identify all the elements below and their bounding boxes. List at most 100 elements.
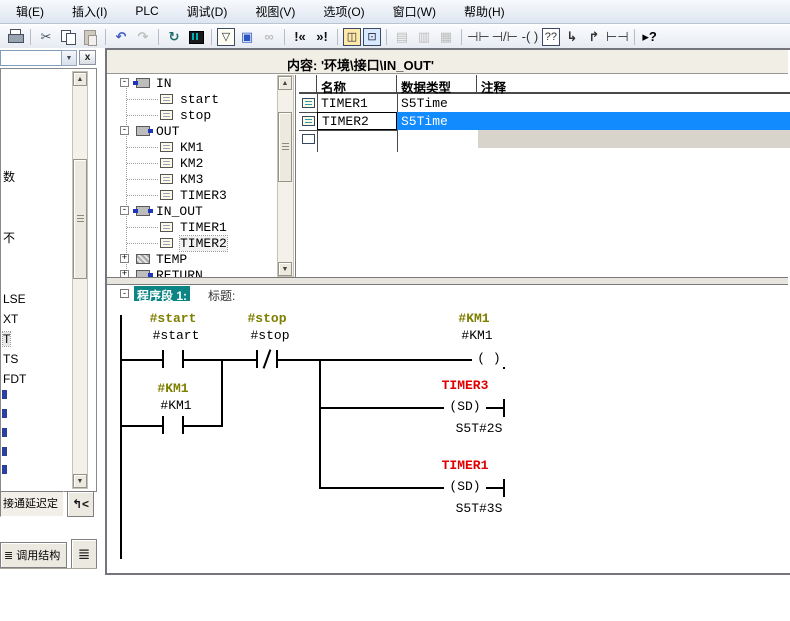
expand-box-icon[interactable]: +	[120, 270, 129, 277]
name-cell[interactable]: TIMER1	[321, 96, 368, 111]
coil-sd-timer1[interactable]: (SD)	[444, 479, 486, 495]
window-detail-toggle-icon[interactable]: ⊡	[363, 28, 381, 46]
tree-item-KM3[interactable]: KM3	[113, 171, 277, 187]
scrollbar-thumb[interactable]	[278, 112, 292, 182]
symbol-label-stop[interactable]: #stop	[247, 311, 286, 326]
tree-item-TIMER2[interactable]: TIMER2	[113, 235, 277, 251]
close-icon[interactable]: x	[79, 50, 96, 65]
coil-km1[interactable]: ( )	[472, 351, 506, 367]
copy-icon[interactable]	[58, 27, 78, 47]
name-cell-editing[interactable]: TIMER2	[317, 112, 397, 130]
contact-no-km1[interactable]	[162, 416, 184, 434]
help-cursor-icon[interactable]: ▸?	[640, 27, 660, 47]
symbol-label-start[interactable]: #start	[150, 311, 197, 326]
insert-element-icon[interactable]: ⊢⊣	[606, 27, 629, 47]
network-collapse-icon[interactable]: -	[120, 289, 129, 298]
scroll-up-icon[interactable]: ▲	[73, 72, 87, 86]
tree-section-TEMP[interactable]: +TEMP	[113, 251, 277, 267]
redo-icon[interactable]: ↷	[133, 27, 153, 47]
tree-table-divider[interactable]	[295, 75, 297, 277]
menu-item-7[interactable]: 帮助(H)	[450, 0, 519, 25]
catalog-item-TS[interactable]: TS	[3, 352, 18, 366]
empty-box-icon[interactable]: ??	[542, 28, 560, 46]
undo-icon[interactable]: ↶	[111, 27, 131, 47]
tree-section-OUT[interactable]: -OUT	[113, 123, 277, 139]
catalog-item-数[interactable]: 数	[3, 168, 15, 185]
expand-box-icon[interactable]: +	[120, 254, 129, 263]
timer1-label[interactable]: TIMER1	[442, 458, 489, 473]
menu-item-5[interactable]: 选项(O)	[309, 0, 378, 25]
chevron-down-icon[interactable]: ▼	[61, 50, 77, 66]
scroll-down-icon[interactable]: ▼	[278, 262, 292, 276]
new-network-icon[interactable]: ▤	[392, 27, 412, 47]
goto-previous-error-icon[interactable]: !«	[290, 27, 310, 47]
overview-grid-icon[interactable]: ▦	[436, 27, 456, 47]
coil-sd-timer3[interactable]: (SD)	[444, 399, 486, 415]
tree-scrollbar[interactable]: ▲ ▼	[277, 75, 294, 277]
expand-box-icon[interactable]: -	[120, 206, 129, 215]
expand-box-icon[interactable]: -	[120, 78, 129, 87]
catalog-item-FDT[interactable]: FDT	[3, 372, 26, 386]
overview-toggle-icon[interactable]: ▽	[217, 28, 235, 46]
timer3-time-value[interactable]: S5T#2S	[456, 421, 503, 436]
operand-label-km1-contact[interactable]: #KM1	[160, 398, 191, 413]
menu-item-1[interactable]: 插入(I)	[58, 0, 121, 25]
network-title-selected[interactable]: 程序段 1:	[134, 286, 190, 301]
coil-icon[interactable]: -( )	[520, 27, 540, 47]
symbol-label-km1-coil[interactable]: #KM1	[458, 311, 489, 326]
plc-connect-icon[interactable]: ▣	[237, 27, 257, 47]
window-catalog-toggle-icon[interactable]: ◫	[343, 28, 361, 46]
scrollbar-thumb[interactable]	[73, 159, 87, 279]
close-branch-icon[interactable]: ↱	[584, 27, 604, 47]
symbol-label-km1-contact[interactable]: #KM1	[157, 381, 188, 396]
declaration-code-splitter[interactable]	[107, 277, 788, 285]
operand-label-stop[interactable]: #stop	[250, 328, 289, 343]
catalog-item-XT[interactable]: XT	[3, 312, 18, 326]
datatype-cell[interactable]: S5Time	[401, 114, 448, 129]
tree-item-TIMER1[interactable]: TIMER1	[113, 219, 277, 235]
menu-item-6[interactable]: 窗口(W)	[379, 0, 450, 25]
cut-icon[interactable]: ✂	[36, 27, 56, 47]
tree-item-stop[interactable]: stop	[113, 107, 277, 123]
tree-section-IN[interactable]: -IN	[113, 75, 277, 91]
catalog-item-LSE[interactable]: LSE	[3, 292, 26, 306]
tree-item-TIMER3[interactable]: TIMER3	[113, 187, 277, 203]
datatype-cell[interactable]: S5Time	[401, 96, 448, 111]
scroll-down-icon[interactable]: ▼	[73, 474, 87, 488]
monitor-glasses-icon[interactable]: ∞	[259, 27, 279, 47]
menu-item-3[interactable]: 调试(D)	[173, 0, 242, 25]
catalog-item-T[interactable]: T	[3, 332, 10, 346]
contact-no-start[interactable]	[162, 350, 184, 368]
overview-list-button[interactable]: ≣	[71, 539, 97, 569]
contact-nc-icon[interactable]: ⊣/⊢	[492, 27, 518, 47]
print-icon[interactable]	[5, 27, 25, 47]
table-row-timer2-selected[interactable]: TIMER2 S5Time	[299, 112, 790, 130]
paste-icon[interactable]	[80, 27, 100, 47]
menu-item-2[interactable]: PLC	[121, 0, 172, 23]
contact-nc-stop[interactable]	[256, 350, 278, 368]
timer1-time-value[interactable]: S5T#3S	[456, 501, 503, 516]
catalog-scrollbar[interactable]: ▲ ▼	[72, 71, 88, 489]
table-row-timer1[interactable]: TIMER1 S5Time	[299, 94, 790, 112]
call-structure-tab[interactable]: ≣ 调用结构	[0, 542, 67, 568]
contact-no-icon[interactable]: ⊣⊢	[467, 27, 490, 47]
jump-back-button[interactable]: ↰<	[67, 491, 94, 517]
toggle-address-icon[interactable]: ↻	[164, 27, 184, 47]
scroll-up-icon[interactable]: ▲	[278, 76, 292, 90]
catalog-item-不[interactable]: 不	[3, 229, 15, 246]
tree-section-RETURN[interactable]: +RETURN	[113, 267, 277, 277]
download-icon[interactable]	[186, 27, 206, 47]
network-subtitle[interactable]: 标题:	[208, 287, 235, 304]
catalog-combobox[interactable]	[0, 50, 62, 66]
program-elements-icon[interactable]: ▥	[414, 27, 434, 47]
operand-label-start[interactable]: #start	[153, 328, 200, 343]
timer3-label[interactable]: TIMER3	[442, 378, 489, 393]
menu-item-4[interactable]: 视图(V)	[241, 0, 309, 25]
open-branch-icon[interactable]: ↳	[562, 27, 582, 47]
tree-item-KM1[interactable]: KM1	[113, 139, 277, 155]
menu-item-0[interactable]: 辑(E)	[2, 0, 58, 25]
expand-box-icon[interactable]: -	[120, 126, 129, 135]
tree-section-IN_OUT[interactable]: -IN_OUT	[113, 203, 277, 219]
goto-next-error-icon[interactable]: »!	[312, 27, 332, 47]
operand-label-km1-coil[interactable]: #KM1	[461, 328, 492, 343]
